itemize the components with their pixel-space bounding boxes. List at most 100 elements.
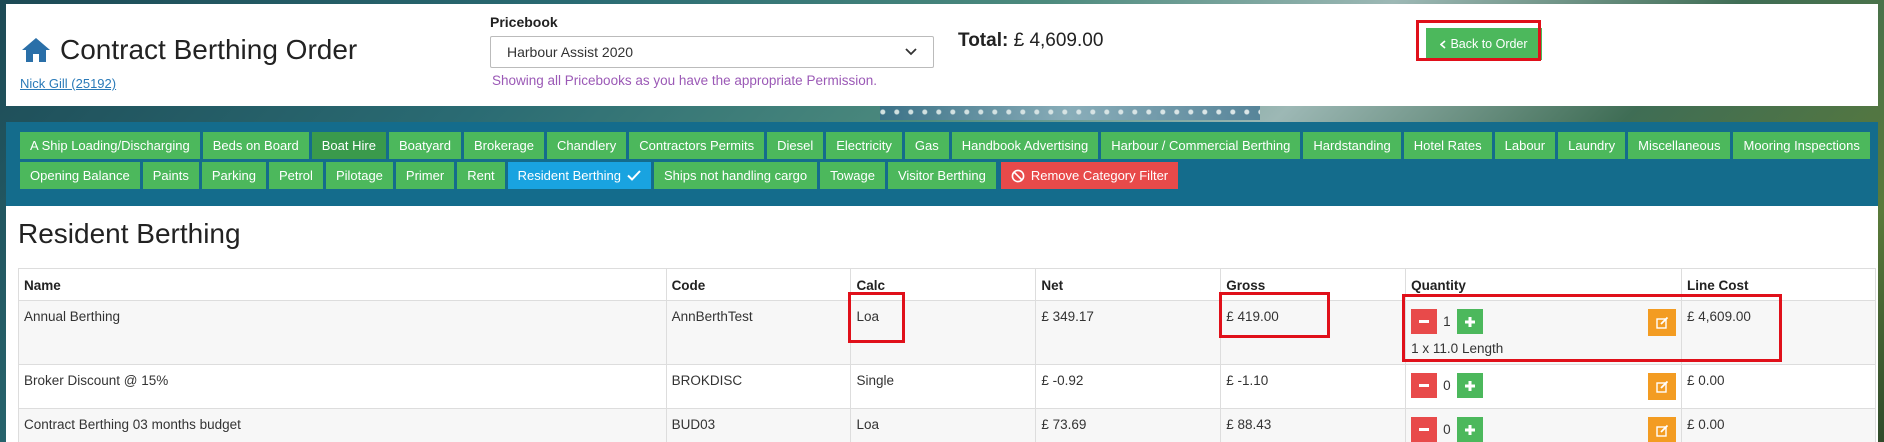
pricebook-note: Showing all Pricebooks as you have the a… [492, 73, 877, 88]
cell-gross: £ -1.10 [1220, 364, 1407, 409]
category-towage[interactable]: Towage [820, 162, 885, 189]
category-resident-berthing-label: Resident Berthing [517, 168, 622, 183]
category-laundry-label: Laundry [1568, 138, 1616, 153]
category-brokerage[interactable]: Brokerage [464, 132, 544, 159]
category-paints[interactable]: Paints [142, 162, 199, 189]
category-hotel-rates[interactable]: Hotel Rates [1403, 132, 1492, 159]
category-a-ship-loading-discharging-label: A Ship Loading/Discharging [30, 138, 190, 153]
col-header-name: Name [18, 268, 667, 301]
category-visitor-berthing[interactable]: Visitor Berthing [887, 162, 996, 189]
category-primer[interactable]: Primer [395, 162, 455, 189]
category-boat-hire-label: Boat Hire [321, 138, 376, 153]
category-ships-not-handling-cargo[interactable]: Ships not handling cargo [654, 162, 818, 189]
category-contractors-permits[interactable]: Contractors Permits [629, 132, 765, 159]
category-electricity-label: Electricity [836, 138, 892, 153]
total-label: Total: [958, 30, 1009, 51]
category-a-ship-loading-discharging[interactable]: A Ship Loading/Discharging [20, 132, 200, 159]
cell-line-cost: £ 0.00 [1681, 408, 1876, 442]
category-harbour-commercial-berthing[interactable]: Harbour / Commercial Berthing [1101, 132, 1301, 159]
cell-name: Broker Discount @ 15% [18, 364, 667, 409]
edit-line-button[interactable] [1648, 417, 1677, 442]
home-icon [22, 38, 50, 62]
category-rent[interactable]: Rent [457, 162, 505, 189]
category-opening-balance-label: Opening Balance [30, 168, 130, 183]
category-electricity[interactable]: Electricity [826, 132, 902, 159]
remove-category-filter-button[interactable]: Remove Category Filter [1000, 162, 1179, 189]
page-title-text: Contract Berthing Order [60, 34, 358, 65]
category-pilotage-label: Pilotage [335, 168, 383, 183]
cell-net: £ 349.17 [1035, 300, 1222, 365]
decrease-quantity-button[interactable] [1411, 373, 1438, 398]
increase-quantity-button[interactable] [1456, 417, 1483, 442]
category-contractors-permits-label: Contractors Permits [639, 138, 755, 153]
highlight-quantity-linecost [1402, 294, 1782, 362]
category-row-2: Opening Balance Paints Parking Petrol Pilota… [20, 162, 1864, 189]
cell-name: Annual Berthing [18, 300, 667, 365]
category-miscellaneous-label: Miscellaneous [1638, 138, 1721, 153]
category-chandlery-label: Chandlery [556, 138, 617, 153]
cell-line-cost: £ 0.00 [1681, 364, 1876, 409]
category-parking-label: Parking [211, 168, 256, 183]
category-harbour-commercial-berthing-label: Harbour / Commercial Berthing [1111, 138, 1291, 153]
category-visitor-berthing-label: Visitor Berthing [897, 168, 986, 183]
cell-net: £ 73.69 [1035, 408, 1222, 442]
page-header: Contract Berthing Order Nick Gill (25192… [6, 4, 1878, 106]
decrease-quantity-button[interactable] [1411, 417, 1438, 442]
minus-icon [1419, 384, 1430, 387]
category-chandlery[interactable]: Chandlery [546, 132, 627, 159]
category-hardstanding[interactable]: Hardstanding [1303, 132, 1401, 159]
cell-name: Contract Berthing 03 months budget [18, 408, 667, 442]
cell-edit [1636, 408, 1683, 442]
cell-edit [1636, 364, 1683, 409]
category-boatyard[interactable]: Boatyard [388, 132, 461, 159]
customer-link[interactable]: Nick Gill (25192) [20, 76, 116, 91]
quantity-stepper: 0 [1411, 373, 1631, 398]
category-pilotage[interactable]: Pilotage [325, 162, 393, 189]
category-rent-label: Rent [467, 168, 495, 183]
category-parking[interactable]: Parking [201, 162, 266, 189]
quantity-stepper: 0 [1411, 417, 1631, 442]
pricebook-selected-value: Harbour Assist 2020 [507, 44, 634, 60]
category-towage-label: Towage [830, 168, 875, 183]
section-title: Resident Berthing [18, 218, 241, 249]
category-beds-on-board[interactable]: Beds on Board [202, 132, 309, 159]
category-petrol[interactable]: Petrol [268, 162, 323, 189]
check-icon [627, 170, 641, 181]
category-handbook-advertising-label: Handbook Advertising [961, 138, 1089, 153]
category-opening-balance[interactable]: Opening Balance [20, 162, 140, 189]
category-boat-hire[interactable]: Boat Hire [311, 132, 386, 159]
plus-icon [1464, 380, 1475, 391]
table-row: Broker Discount @ 15% BROKDISC Single £ -0.… [18, 364, 1876, 409]
category-handbook-advertising[interactable]: Handbook Advertising [951, 132, 1099, 159]
pricebook-select[interactable]: Harbour Assist 2020 [490, 36, 934, 68]
category-diesel-label: Diesel [777, 138, 814, 153]
category-filter-bar: A Ship Loading/Discharging Beds on Board B… [6, 122, 1878, 206]
chevron-down-icon [905, 48, 917, 56]
category-diesel[interactable]: Diesel [767, 132, 824, 159]
quantity-value: 0 [1443, 422, 1451, 437]
highlight-calc [848, 292, 905, 343]
quantity-value: 0 [1443, 378, 1451, 393]
category-brokerage-label: Brokerage [474, 138, 534, 153]
category-laundry[interactable]: Laundry [1558, 132, 1626, 159]
category-mooring-inspections-label: Mooring Inspections [1743, 138, 1860, 153]
category-gas[interactable]: Gas [904, 132, 949, 159]
cell-calc: Loa [850, 408, 1037, 442]
increase-quantity-button[interactable] [1456, 373, 1483, 398]
category-gas-label: Gas [914, 138, 939, 153]
category-miscellaneous[interactable]: Miscellaneous [1628, 132, 1731, 159]
category-row-1: A Ship Loading/Discharging Beds on Board B… [20, 132, 1870, 159]
category-mooring-inspections[interactable]: Mooring Inspections [1733, 132, 1870, 159]
category-beds-on-board-label: Beds on Board [212, 138, 299, 153]
category-boatyard-label: Boatyard [398, 138, 451, 153]
cell-code: BUD03 [665, 408, 852, 442]
category-hotel-rates-label: Hotel Rates [1413, 138, 1482, 153]
edit-line-button[interactable] [1648, 373, 1677, 400]
category-resident-berthing[interactable]: Resident Berthing [507, 162, 652, 189]
cell-gross: £ 88.43 [1220, 408, 1407, 442]
cell-quantity: 0 [1405, 364, 1637, 409]
category-labour[interactable]: Labour [1494, 132, 1556, 159]
category-labour-label: Labour [1504, 138, 1546, 153]
plus-icon [1464, 424, 1475, 435]
highlight-gross [1219, 292, 1330, 338]
